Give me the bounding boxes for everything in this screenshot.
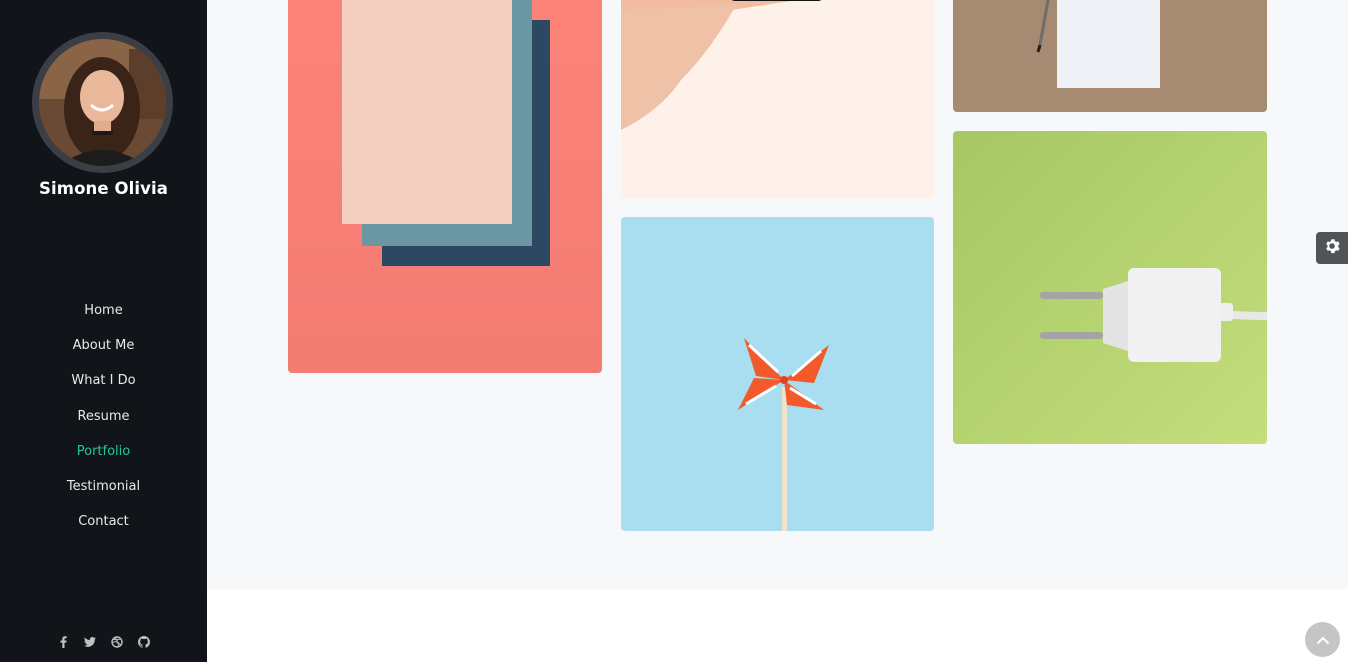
nav-item-what-i-do[interactable]: What I Do [0, 366, 207, 401]
portfolio-item[interactable] [953, 131, 1267, 444]
chevron-up-icon [1316, 630, 1330, 649]
portfolio-item[interactable] [288, 0, 602, 373]
portfolio-item[interactable] [621, 217, 934, 531]
nav-item-resume[interactable]: Resume [0, 402, 207, 437]
social-links [0, 635, 207, 649]
facebook-icon[interactable] [57, 635, 70, 649]
back-to-top-button[interactable] [1305, 622, 1340, 657]
nav-item-home[interactable]: Home [0, 296, 207, 331]
avatar [39, 39, 166, 166]
dribbble-icon[interactable] [111, 635, 124, 649]
gear-icon [1324, 238, 1340, 258]
avatar-ring [32, 32, 173, 173]
nav-item-contact[interactable]: Contact [0, 507, 207, 542]
portfolio-item[interactable] [953, 0, 1267, 112]
profile-name: Simone Olivia [39, 179, 168, 198]
sidebar: Simone Olivia Home About Me What I Do Re… [0, 0, 207, 662]
nav-item-portfolio[interactable]: Portfolio [0, 437, 207, 472]
twitter-icon[interactable] [84, 635, 97, 649]
main-nav: Home About Me What I Do Resume Portfolio… [0, 296, 207, 542]
github-icon[interactable] [138, 635, 151, 649]
nav-item-about-me[interactable]: About Me [0, 331, 207, 366]
portfolio-item[interactable] [621, 0, 934, 198]
settings-button[interactable] [1316, 232, 1348, 264]
section-divider-band [207, 589, 1348, 662]
nav-item-testimonial[interactable]: Testimonial [0, 472, 207, 507]
